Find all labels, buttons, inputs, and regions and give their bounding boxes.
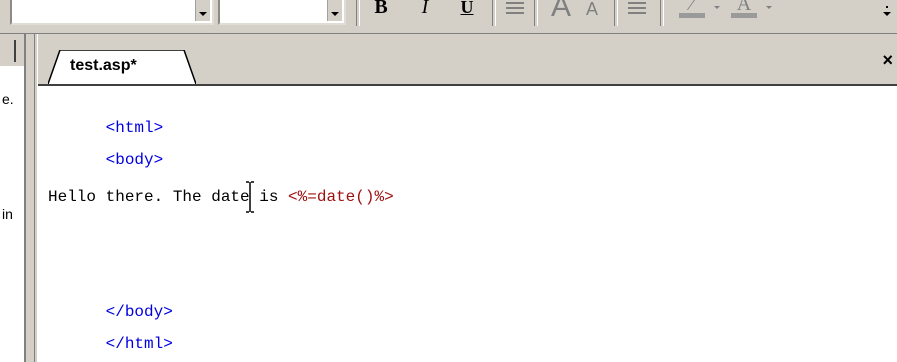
code-line: <body> [48,130,164,190]
toolbar-separator [660,0,664,26]
italic-button[interactable]: I [414,0,436,21]
underline-button[interactable]: U [456,0,478,21]
toolbar-separator [614,0,618,26]
code-text: is [249,188,289,206]
code-editor[interactable]: <html> <body> Hello there. The date is <… [38,84,897,362]
panel-edge [10,40,16,62]
bold-button[interactable]: B [370,0,392,21]
font-color-icon[interactable]: A [730,0,758,20]
chevron-down-icon[interactable] [766,6,772,9]
code-line: Hello there. The date is <%=date()%> [48,181,394,213]
html-tag: </html> [105,335,173,353]
toolbar-separator [492,0,496,26]
chevron-down-icon[interactable] [195,0,210,21]
editor-window: B I U A A ∕ A e. in test.asp* × <html> <… [0,0,897,362]
formatting-toolbar: B I U A A ∕ A [0,0,897,34]
code-text: Hello there. The date [48,188,250,206]
tab-title: test.asp* [70,57,137,74]
panel-splitter[interactable] [26,34,38,362]
close-icon[interactable]: × [882,51,893,69]
left-panel-text: e. [2,91,14,107]
decrease-font-button[interactable]: A [582,0,602,23]
document-tab-bar: test.asp* × [38,34,897,84]
html-tag: <body> [105,151,164,169]
highlight-color-icon[interactable]: ∕ [678,0,706,20]
asp-expression: <%=date()%> [288,188,394,206]
font-size-combo[interactable] [218,0,346,25]
toolbar-separator [356,0,360,26]
left-panel-text: in [2,206,13,222]
toolbar-overflow-icon[interactable] [883,12,891,16]
toolbar-overflow-dot [886,6,888,8]
code-line: </html> [48,314,173,362]
left-panel-header [0,34,24,66]
left-side-panel: e. in [0,34,26,362]
toolbar-separator [534,0,538,26]
align-icon[interactable] [506,2,524,18]
chevron-down-icon[interactable] [327,0,342,21]
increase-font-button[interactable]: A [546,0,576,22]
chevron-down-icon[interactable] [714,6,720,9]
list-icon[interactable] [628,2,646,18]
style-combo[interactable] [10,0,214,25]
tab-test-asp[interactable]: test.asp* [48,50,196,84]
